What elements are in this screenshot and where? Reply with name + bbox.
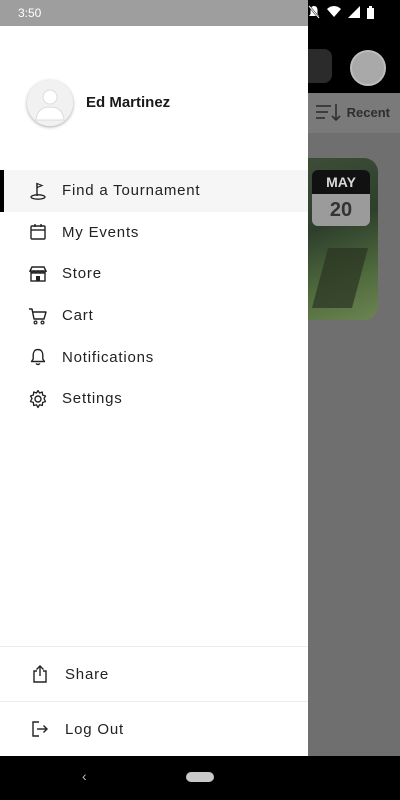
date-badge: MAY 20: [312, 170, 370, 226]
date-badge-day: 20: [312, 194, 370, 226]
calendar-icon: [28, 222, 48, 242]
gear-icon: [28, 389, 48, 409]
drawer-menu: Find a Tournament My Events Store Cart N…: [0, 170, 308, 420]
menu-item-label: Cart: [62, 307, 94, 325]
drawer-profile-header[interactable]: Ed Martinez: [0, 26, 308, 166]
menu-item-label: My Events: [62, 223, 140, 241]
status-icons: [308, 5, 374, 19]
navigation-drawer: Ed Martinez Find a Tournament My Events …: [0, 26, 308, 756]
menu-item-label: Find a Tournament: [62, 182, 201, 200]
back-icon[interactable]: ‹: [82, 768, 87, 784]
sort-control: Recent: [315, 103, 390, 121]
menu-item-notifications[interactable]: Notifications: [0, 336, 308, 378]
status-time: 3:50: [18, 6, 42, 20]
share-label: Share: [65, 665, 110, 683]
sort-label: Recent: [346, 104, 390, 120]
bell-icon: [28, 347, 48, 367]
logout-label: Log Out: [65, 720, 124, 738]
menu-item-my-events[interactable]: My Events: [0, 212, 308, 254]
menu-item-label: Notifications: [62, 348, 155, 366]
drawer-footer: Share Log Out: [0, 646, 308, 756]
share-button[interactable]: Share: [0, 646, 308, 701]
status-bar: 3:50: [0, 0, 400, 26]
menu-item-cart[interactable]: Cart: [0, 295, 308, 337]
home-pill-icon[interactable]: [186, 772, 214, 782]
store-icon: [28, 264, 48, 284]
user-name: Ed Martinez: [86, 94, 171, 111]
logout-icon: [30, 719, 50, 739]
menu-item-find-tournament[interactable]: Find a Tournament: [0, 170, 308, 212]
cart-icon: [28, 306, 48, 326]
wifi-icon: [327, 6, 341, 17]
default-avatar-icon: [27, 80, 73, 126]
logout-button[interactable]: Log Out: [0, 701, 308, 756]
system-nav-bar: ‹: [0, 756, 400, 800]
sort-icon: [315, 104, 341, 121]
battery-icon: [367, 5, 374, 19]
signal-icon: [348, 6, 360, 18]
background-avatar: [350, 50, 386, 86]
share-icon: [30, 664, 50, 684]
menu-item-settings[interactable]: Settings: [0, 378, 308, 420]
menu-item-label: Store: [62, 265, 102, 283]
menu-item-label: Settings: [62, 390, 123, 408]
mute-icon: [308, 5, 320, 19]
date-badge-month: MAY: [312, 170, 370, 194]
card-photo-detail: [311, 248, 369, 308]
menu-item-store[interactable]: Store: [0, 253, 308, 295]
user-avatar[interactable]: [27, 80, 73, 126]
golf-flag-icon: [28, 181, 48, 201]
